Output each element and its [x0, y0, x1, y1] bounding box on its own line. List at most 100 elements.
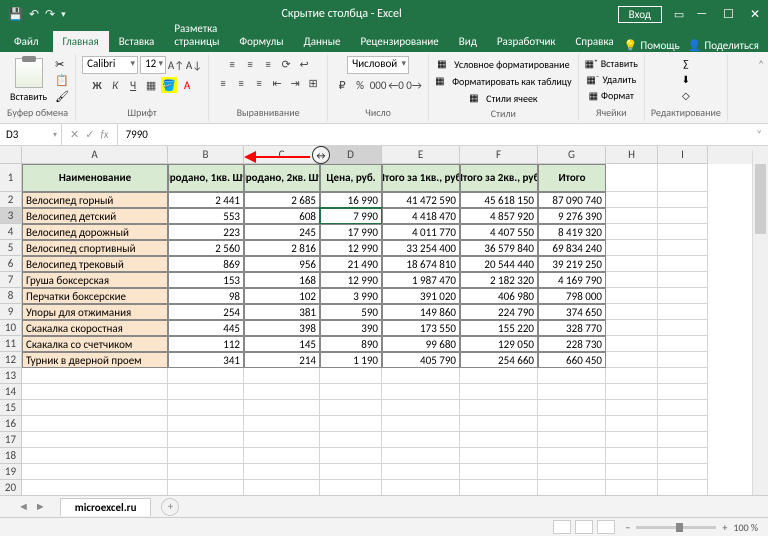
row-header[interactable]: 8 [0, 288, 22, 304]
underline-button[interactable]: Ч [125, 77, 141, 93]
data-cell[interactable]: 381 [244, 304, 320, 320]
increase-indent-icon[interactable]: ⇥ [287, 75, 303, 91]
merge-button[interactable]: ⊞ [305, 75, 321, 91]
data-cell[interactable]: 2 182 320 [460, 272, 538, 288]
format-as-table-button[interactable]: ▦Форматировать как таблицу [435, 73, 572, 89]
row-header[interactable]: 13 [0, 368, 22, 384]
data-cell[interactable]: 328 770 [538, 320, 606, 336]
row-header[interactable]: 11 [0, 336, 22, 352]
maximize-icon[interactable]: ☐ [723, 7, 734, 22]
name-box[interactable]: D3 [0, 124, 62, 145]
clear-button[interactable]: ◇ [682, 88, 690, 103]
header-cell[interactable]: Итого за 1кв., руб. [382, 164, 460, 192]
data-cell[interactable]: Перчатки боксерские [22, 288, 168, 304]
sheet-nav-prev-icon[interactable]: ◄ [18, 500, 29, 513]
data-cell[interactable]: 1 987 470 [382, 272, 460, 288]
data-cell[interactable]: Велосипед горный [22, 192, 168, 208]
data-cell[interactable]: 869 [168, 256, 244, 272]
data-cell[interactable]: 660 450 [538, 352, 606, 368]
collapse-ribbon-icon[interactable]: ˄ [754, 54, 768, 121]
col-header-E[interactable]: E [382, 146, 460, 164]
tellme-button[interactable]: 💡Помощь [624, 39, 680, 52]
font-size-combo[interactable]: 12 [140, 56, 166, 74]
tab-developer[interactable]: Разработчик [487, 31, 566, 52]
fill-button[interactable]: ⬇ [682, 72, 690, 87]
cut-icon[interactable]: ✂ [55, 58, 69, 71]
close-icon[interactable]: ✕ [750, 7, 760, 22]
data-cell[interactable]: 4 011 770 [382, 224, 460, 240]
worksheet-grid[interactable]: A B C D E F G H I ↔ 1НаименованиеПродано… [0, 146, 768, 496]
data-cell[interactable]: 21 490 [320, 256, 382, 272]
row-header[interactable]: 2 [0, 192, 22, 208]
row-header[interactable]: 14 [0, 384, 22, 400]
signin-button[interactable]: Вход [618, 6, 662, 23]
vertical-scrollbar[interactable] [752, 150, 768, 495]
fill-color-button[interactable]: 🪣 [161, 77, 177, 93]
conditional-formatting-button[interactable]: ▦Условное форматирование [437, 56, 569, 72]
data-cell[interactable]: 405 790 [382, 352, 460, 368]
data-cell[interactable]: 254 660 [460, 352, 538, 368]
data-cell[interactable]: 2 441 [168, 192, 244, 208]
data-cell[interactable]: 45 618 150 [460, 192, 538, 208]
header-cell[interactable]: Продано, 1кв. Шт. [168, 164, 244, 192]
italic-button[interactable]: К [107, 77, 123, 93]
cancel-formula-icon[interactable]: ✕ [70, 128, 79, 141]
col-header-A[interactable]: A [22, 146, 168, 164]
tab-file[interactable]: Файл [0, 31, 53, 52]
data-cell[interactable]: 214 [244, 352, 320, 368]
orientation-icon[interactable]: ⟳ [278, 56, 294, 72]
decrease-font-icon[interactable]: A↓ [186, 57, 202, 73]
data-cell[interactable]: 798 000 [538, 288, 606, 304]
data-cell[interactable]: 17 990 [320, 224, 382, 240]
data-cell[interactable]: 2 685 [244, 192, 320, 208]
increase-font-icon[interactable]: A↑ [168, 57, 184, 73]
row-header[interactable]: 16 [0, 416, 22, 432]
font-color-button[interactable]: A [179, 77, 195, 93]
number-format-combo[interactable]: Числовой [347, 56, 409, 74]
align-bottom-icon[interactable]: ≡ [260, 56, 276, 72]
row-header[interactable]: 9 [0, 304, 22, 320]
data-cell[interactable]: 3 990 [320, 288, 382, 304]
page-layout-view-button[interactable] [575, 520, 593, 534]
data-cell[interactable]: 168 [244, 272, 320, 288]
col-header-H[interactable]: H [606, 146, 658, 164]
row-header[interactable]: 10 [0, 320, 22, 336]
data-cell[interactable]: 374 650 [538, 304, 606, 320]
currency-icon[interactable]: ₽ [334, 77, 350, 93]
col-header-G[interactable]: G [538, 146, 606, 164]
new-sheet-button[interactable]: + [161, 498, 179, 516]
data-cell[interactable]: 98 [168, 288, 244, 304]
expand-formulabar-icon[interactable]: ˅ [750, 128, 768, 141]
data-cell[interactable]: 254 [168, 304, 244, 320]
data-cell[interactable]: 20 544 440 [460, 256, 538, 272]
align-left-icon[interactable]: ≡ [215, 75, 231, 91]
normal-view-button[interactable] [553, 520, 571, 534]
row-header[interactable]: 4 [0, 224, 22, 240]
data-cell[interactable]: 390 [320, 320, 382, 336]
data-cell[interactable]: Велосипед трековый [22, 256, 168, 272]
data-cell[interactable]: 406 980 [460, 288, 538, 304]
data-cell[interactable]: Скакалка со счетчиком [22, 336, 168, 352]
row-header[interactable]: 17 [0, 432, 22, 448]
redo-icon[interactable]: ↷ [45, 7, 55, 22]
data-cell[interactable]: 956 [244, 256, 320, 272]
data-cell[interactable]: 890 [320, 336, 382, 352]
data-cell[interactable]: 41 472 590 [382, 192, 460, 208]
zoom-out-button[interactable]: − [625, 521, 630, 534]
paste-button[interactable]: Вставить [6, 56, 51, 105]
fx-icon[interactable]: fx [100, 128, 108, 141]
data-cell[interactable]: 99 680 [382, 336, 460, 352]
copy-icon[interactable]: 📋 [55, 74, 69, 87]
enter-formula-icon[interactable]: ✓ [85, 128, 94, 141]
row-header[interactable]: 1 [0, 164, 22, 192]
row-header[interactable]: 3 [0, 208, 22, 224]
data-cell[interactable]: 4 418 470 [382, 208, 460, 224]
increase-decimal-icon[interactable]: ←0 [388, 77, 404, 93]
data-cell[interactable]: 155 220 [460, 320, 538, 336]
data-cell[interactable]: 18 674 810 [382, 256, 460, 272]
tab-review[interactable]: Рецензирование [351, 31, 449, 52]
data-cell[interactable]: 224 790 [460, 304, 538, 320]
data-cell[interactable]: 12 990 [320, 240, 382, 256]
tab-data[interactable]: Данные [294, 31, 351, 52]
header-cell[interactable]: Итого за 2кв., руб. [460, 164, 538, 192]
